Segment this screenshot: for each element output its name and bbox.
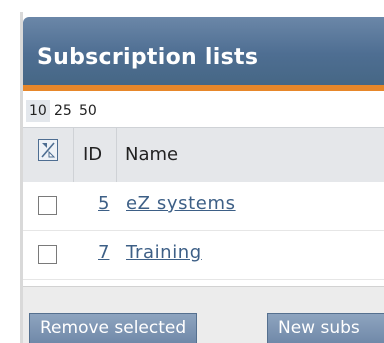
row-name-link[interactable]: Training <box>126 242 202 263</box>
table-header-row: ID Name <box>23 127 384 183</box>
actions-footer: Remove selected New subs <box>23 286 384 343</box>
invert-selection-icon[interactable] <box>38 139 58 161</box>
new-subscription-button[interactable]: New subs <box>267 313 384 343</box>
panel-title: Subscription lists <box>37 45 259 70</box>
remove-selected-button[interactable]: Remove selected <box>29 313 198 343</box>
table-row: 5 eZ systems <box>23 182 384 231</box>
panel-header: Subscription lists <box>23 17 384 85</box>
column-header-name[interactable]: Name <box>125 144 178 165</box>
subscription-lists-panel: Subscription lists 10 25 50 ID Name 5 eZ… <box>23 0 384 343</box>
row-select-checkbox[interactable] <box>38 196 57 215</box>
row-id-link[interactable]: 5 <box>98 193 109 214</box>
per-page-25[interactable]: 25 <box>51 100 75 122</box>
per-page-10[interactable]: 10 <box>26 100 50 122</box>
row-select-checkbox[interactable] <box>38 245 57 264</box>
per-page-50[interactable]: 50 <box>76 100 100 122</box>
items-per-page-switcher: 10 25 50 <box>23 91 384 125</box>
column-header-id[interactable]: ID <box>83 144 102 165</box>
header-divider <box>116 128 117 182</box>
row-id-link[interactable]: 7 <box>98 242 109 263</box>
header-divider <box>73 128 74 182</box>
table-row: 7 Training <box>23 231 384 280</box>
row-name-link[interactable]: eZ systems <box>126 193 236 214</box>
